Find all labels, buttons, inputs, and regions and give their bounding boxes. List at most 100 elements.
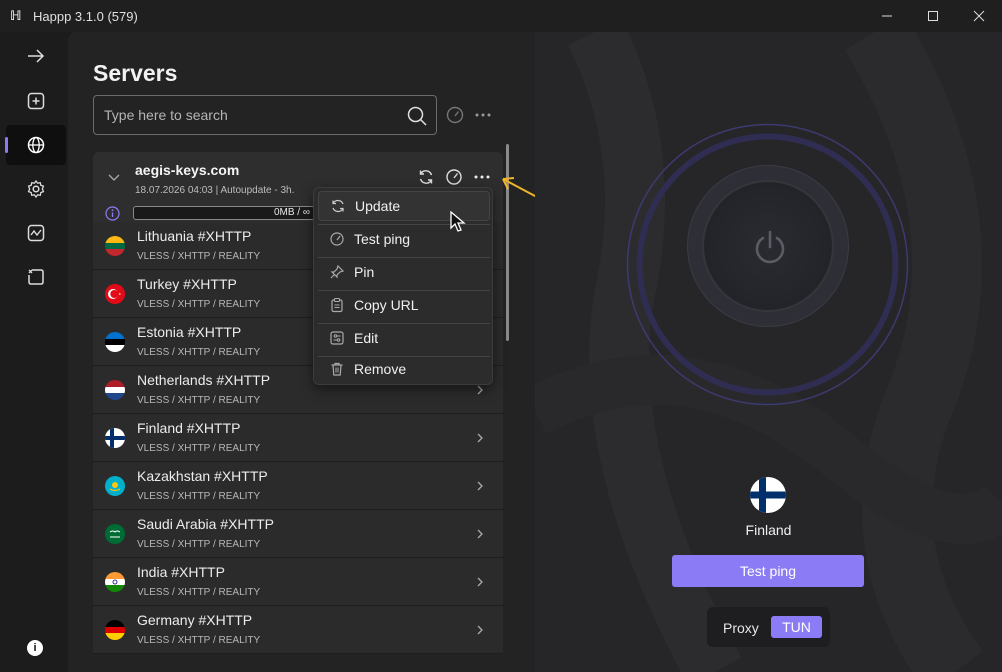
add-square-icon [27,92,45,110]
server-row[interactable]: India #XHTTP VLESS / XHTTP / REALITY [93,558,503,606]
server-name: India #XHTTP [137,564,225,580]
server-row[interactable]: Kazakhstan #XHTTP VLESS / XHTTP / REALIT… [93,462,503,510]
server-row[interactable]: Germany #XHTTP VLESS / XHTTP / REALITY [93,606,503,654]
server-protocol: VLESS / XHTTP / REALITY [137,635,261,646]
close-icon [973,10,985,22]
menu-label: Copy URL [354,297,419,313]
minimize-button[interactable] [864,0,910,32]
power-button[interactable] [702,180,834,312]
server-protocol: VLESS / XHTTP / REALITY [137,491,261,502]
estonia-flag-icon [105,332,125,352]
germany-flag-icon [105,620,125,640]
speedometer-icon[interactable] [445,168,463,186]
traffic-usage-text: 0MB / ∞ [273,207,310,218]
maximize-button[interactable] [910,0,956,32]
server-protocol: VLESS / XHTTP / REALITY [137,251,261,262]
turkey-flag-icon [105,284,125,304]
test-ping-button[interactable]: Test ping [672,555,864,587]
lithuania-flag-icon [105,236,125,256]
sidebar: i [0,32,68,672]
chevron-right-icon[interactable] [475,576,485,588]
server-name: Lithuania #XHTTP [137,228,252,244]
routing-icon [28,269,44,285]
connection-pane: Finland Test ping Proxy TUN [535,32,1002,672]
about-info-icon[interactable]: i [27,640,43,656]
server-protocol: VLESS / XHTTP / REALITY [137,299,261,310]
globe-icon [27,136,45,154]
menu-label: Edit [354,330,379,346]
server-name: Finland #XHTTP [137,420,241,436]
chevron-right-icon[interactable] [475,624,485,636]
server-name: Estonia #XHTTP [137,324,242,340]
mouse-cursor-icon [450,211,466,232]
server-name: Germany #XHTTP [137,612,253,628]
server-protocol: VLESS / XHTTP / REALITY [137,347,261,358]
menu-label: Update [355,198,401,214]
app-logo-icon: ℍ [10,8,22,23]
info-icon[interactable] [105,206,120,221]
title-bar: ℍ Happp 3.1.0 (579) [0,0,1002,32]
more-options-icon[interactable] [473,105,493,125]
maximize-icon [928,11,938,21]
sidebar-item-routing[interactable] [6,257,66,297]
power-icon [755,230,785,264]
search-icon[interactable] [406,105,428,127]
row-divider [93,653,503,654]
saudi-arabia-flag-icon [105,524,125,544]
arrow-right-icon [28,49,45,63]
trash-icon [331,362,343,376]
chevron-right-icon[interactable] [475,480,485,492]
activity-chart-icon [27,224,45,242]
sidebar-item-settings[interactable] [6,169,66,209]
menu-item-edit[interactable]: Edit [318,323,490,353]
server-name: Netherlands #XHTTP [137,372,271,388]
chevron-right-icon[interactable] [475,528,485,540]
edit-sliders-icon [330,331,344,345]
window-controls [864,0,1002,32]
sidebar-item-connect[interactable] [6,36,66,76]
sidebar-item-add[interactable] [6,81,66,121]
server-protocol: VLESS / XHTTP / REALITY [137,443,261,454]
server-protocol: VLESS / XHTTP / REALITY [137,587,261,598]
finland-flag-icon [105,428,125,448]
gear-icon [27,179,45,199]
selected-server-name: Finland [745,522,792,538]
traffic-usage-bar: 0MB / ∞ [133,206,315,220]
pin-icon [330,264,345,279]
subscription-name: aegis-keys.com [135,162,240,178]
close-button[interactable] [956,0,1002,32]
chevron-down-icon[interactable] [107,170,121,184]
india-flag-icon [105,572,125,592]
speedometer-icon [330,232,344,246]
search-input[interactable] [104,105,394,125]
menu-label: Pin [354,264,375,280]
menu-item-pin[interactable]: Pin [318,257,490,287]
speedometer-icon[interactable] [445,105,465,125]
page-title: Servers [93,60,178,86]
refresh-icon[interactable] [417,168,435,186]
server-row[interactable]: Saudi Arabia #XHTTP VLESS / XHTTP / REAL… [93,510,503,558]
window-title: Happp 3.1.0 (579) [33,8,138,24]
menu-item-remove[interactable]: Remove [318,354,490,384]
server-name: Kazakhstan #XHTTP [137,468,268,484]
mode-proxy-option[interactable]: Proxy [723,620,759,636]
sidebar-item-servers[interactable] [5,125,66,165]
server-name: Turkey #XHTTP [137,276,237,292]
kazakhstan-flag-icon [105,476,125,496]
subscription-meta: 18.07.2026 04:03 | Autoupdate - 3h. [135,185,295,196]
mode-tun-option[interactable]: TUN [771,616,822,638]
menu-label: Test ping [354,231,411,247]
sidebar-item-stats[interactable] [6,213,66,253]
mode-toggle: Proxy TUN [707,607,830,647]
chevron-right-icon[interactable] [475,432,485,444]
more-options-icon[interactable] [473,168,491,186]
finland-flag-icon [750,477,786,513]
netherlands-flag-icon [105,380,125,400]
chevron-right-icon[interactable] [475,384,485,396]
server-row[interactable]: Finland #XHTTP VLESS / XHTTP / REALITY [93,414,503,462]
menu-item-copy-url[interactable]: Copy URL [318,290,490,320]
clipboard-icon [331,297,343,313]
server-protocol: VLESS / XHTTP / REALITY [137,539,261,550]
search-box [93,95,437,135]
menu-label: Remove [354,361,407,377]
